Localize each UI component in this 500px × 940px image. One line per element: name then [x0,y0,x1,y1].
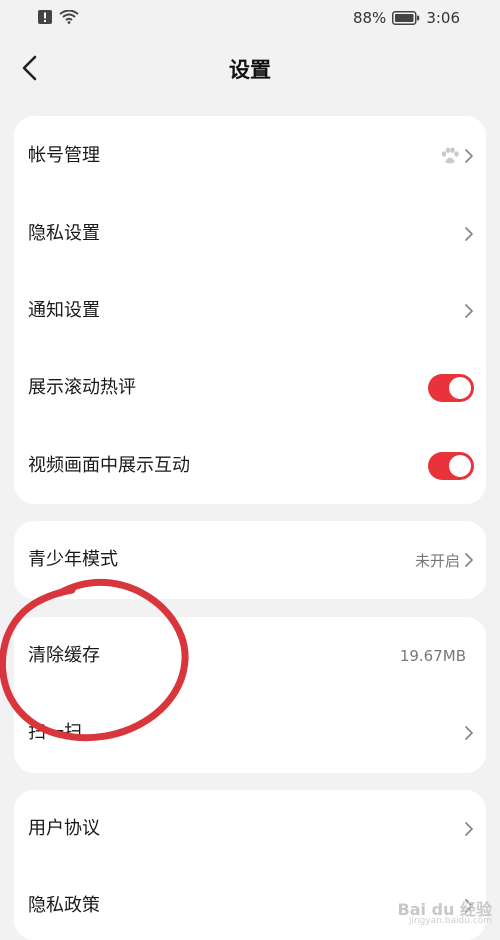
account-management-row[interactable]: 帐号管理 [14,117,486,195]
scan-row[interactable]: 扫一扫 [14,694,486,772]
row-label: 帐号管理 [28,145,100,166]
scrolling-comments-row: 展示滚动热评 [14,349,486,427]
video-interaction-row: 视频画面中展示互动 [14,427,486,504]
status-bar: 88% 3:06 [0,0,500,38]
clear-cache-row[interactable]: 清除缓存 19.67MB [14,617,486,695]
wifi-icon [59,10,79,24]
row-label: 隐私设置 [28,223,100,244]
watermark-logo: Bai du 经验 jingyan.baidu.com [398,896,492,926]
page-title: 设置 [229,58,271,82]
row-label: 展示滚动热评 [28,377,136,398]
settings-card-account: 帐号管理 隐私设置 通知设置 展示滚动热评 视频画面中展示互动 [14,116,486,504]
chevron-right-icon [465,304,473,318]
toggle-knob [449,455,471,477]
video-interaction-toggle[interactable] [428,452,474,480]
cache-size: 19.67MB [399,647,466,665]
nav-bar: 设置 [0,42,500,98]
privacy-settings-row[interactable]: 隐私设置 [14,195,486,273]
settings-card-tools: 清除缓存 19.67MB 扫一扫 [14,617,486,773]
alert-icon [38,10,52,24]
notification-settings-row[interactable]: 通知设置 [14,272,486,350]
paw-icon [441,147,459,164]
teen-mode-status: 未开启 [414,551,460,570]
row-label: 视频画面中展示互动 [28,455,190,476]
watermark-url: jingyan.baidu.com [408,916,492,926]
chevron-right-icon [465,227,473,241]
chevron-right-icon [465,149,473,163]
settings-card-teen: 青少年模式 未开启 [14,521,486,599]
chevron-right-icon [465,726,473,740]
battery-percent: 88% [352,9,387,27]
row-label: 用户协议 [28,818,100,839]
chevron-right-icon [465,553,473,567]
chevron-right-icon [465,822,473,836]
clock: 3:06 [426,9,460,27]
row-label: 扫一扫 [28,722,82,743]
row-label: 通知设置 [28,300,100,321]
toggle-knob [449,377,471,399]
row-label: 清除缓存 [28,645,100,666]
battery-icon [392,11,420,25]
user-agreement-row[interactable]: 用户协议 [14,790,486,868]
teen-mode-row[interactable]: 青少年模式 未开启 [14,521,486,599]
row-label: 青少年模式 [28,549,118,570]
scrolling-comments-toggle[interactable] [428,374,474,402]
row-label: 隐私政策 [28,895,100,916]
